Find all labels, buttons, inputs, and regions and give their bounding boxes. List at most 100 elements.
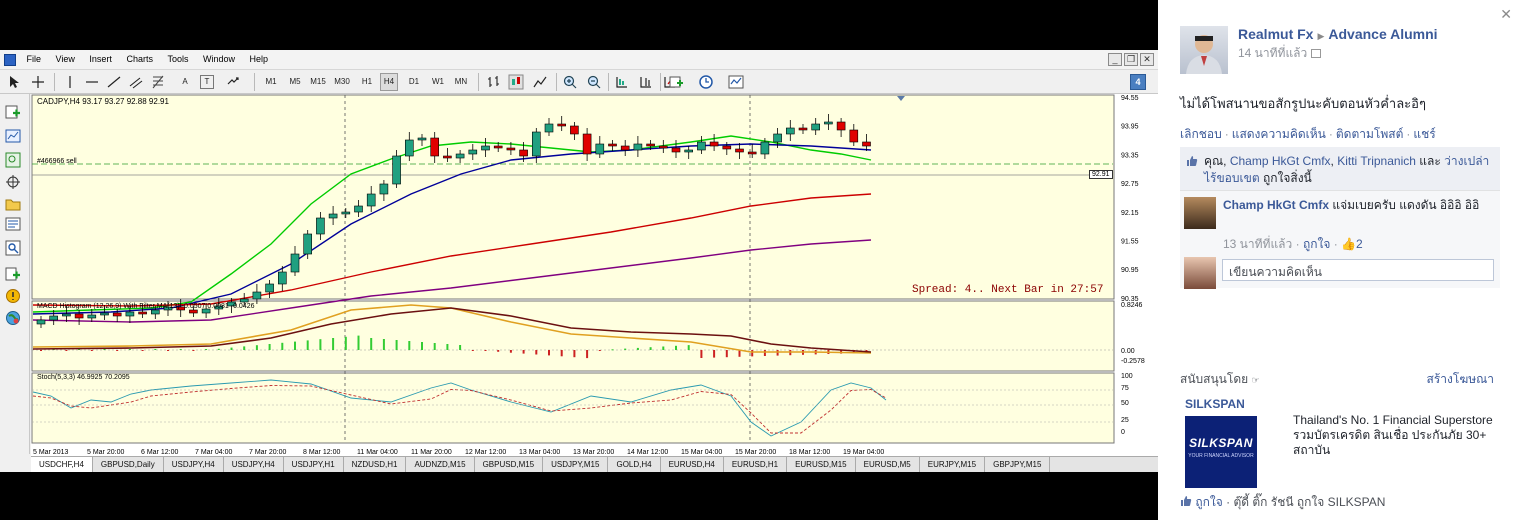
chart-tab[interactable]: USDJPY,H4	[224, 457, 284, 472]
chart-tab[interactable]: EURUSD,M15	[787, 457, 856, 472]
close-icon[interactable]: ✕	[1140, 53, 1154, 66]
group-name[interactable]: Advance Alumni	[1328, 26, 1437, 42]
share-link[interactable]: แชร์	[1413, 127, 1435, 141]
macd-histogram-bar	[497, 350, 500, 352]
crosshair-tool-icon[interactable]	[30, 74, 46, 90]
ad-text[interactable]: Thailand's No. 1 Financial Superstore รว…	[1293, 413, 1493, 458]
timeframe-w1[interactable]: W1	[429, 73, 447, 91]
chart-tab[interactable]: NZDUSD,H1	[344, 457, 407, 472]
timeframe-h1[interactable]: H1	[358, 73, 376, 91]
candle-body	[633, 143, 643, 151]
terminal-badge[interactable]: 4	[1130, 74, 1146, 90]
menu-window[interactable]: Window	[197, 50, 241, 64]
add-icon[interactable]	[5, 266, 21, 282]
chart-tab[interactable]: EURUSD,H1	[724, 457, 788, 472]
ad-like-link[interactable]: ถูกใจ	[1195, 495, 1222, 509]
folder-icon[interactable]	[5, 196, 21, 212]
chart-tab[interactable]: EURUSD,M5	[856, 457, 920, 472]
chart-tab[interactable]: EURJPY,M15	[920, 457, 986, 472]
vertical-line-icon[interactable]	[62, 74, 78, 90]
menu-tools[interactable]: Tools	[161, 50, 194, 64]
timeframe-mn[interactable]: MN	[452, 73, 470, 91]
menu-charts[interactable]: Charts	[120, 50, 159, 64]
channel-icon[interactable]	[128, 74, 144, 90]
candle-body	[722, 145, 732, 150]
chart-shift-icon[interactable]	[638, 74, 654, 90]
world-icon[interactable]	[5, 310, 21, 326]
menu-view[interactable]: View	[50, 50, 81, 64]
menu-insert[interactable]: Insert	[83, 50, 118, 64]
chart-tab[interactable]: GOLD,H4	[608, 457, 661, 472]
comment-link[interactable]: แสดงความคิดเห็น	[1232, 127, 1326, 141]
new-order-icon[interactable]	[5, 104, 21, 120]
menu-file[interactable]: File	[21, 50, 48, 64]
ad-title[interactable]: SILKSPAN	[1185, 397, 1245, 411]
chart-window[interactable]: 94.55 93.95 93.35 92.75 92.15 91.55 90.95 90.35…	[31, 94, 1158, 458]
timeframe-m1[interactable]: M1	[262, 73, 280, 91]
stoch-header: Stoch(5,3,3) 46.9925 70.2095	[37, 374, 130, 381]
candle-body	[658, 145, 668, 149]
avatar[interactable]	[1180, 26, 1228, 74]
chart-tab[interactable]: USDJPY,H4	[164, 457, 224, 472]
close-icon[interactable]: ✕	[1500, 6, 1512, 23]
comment-input[interactable]: เขียนความคิดเห็น	[1222, 259, 1494, 281]
chart-tab[interactable]: USDJPY,M15	[543, 457, 609, 472]
zoom-out-icon[interactable]	[586, 74, 602, 90]
indicators-icon[interactable]	[668, 74, 684, 90]
timeframe-m5[interactable]: M5	[286, 73, 304, 91]
zoom-icon[interactable]	[5, 152, 21, 168]
comment-like-count[interactable]: 2	[1356, 237, 1363, 251]
liker-name[interactable]: Champ HkGt Cmfx	[1230, 154, 1331, 168]
chart-tab[interactable]: USDCHF,H4	[31, 457, 93, 472]
chart-tab[interactable]: AUDNZD,M15	[406, 457, 475, 472]
chart-icon[interactable]	[5, 128, 21, 144]
trendline-icon[interactable]	[106, 74, 122, 90]
post-time[interactable]: 14 นาทีที่แล้ว	[1238, 46, 1307, 60]
macd-histogram-bar	[586, 350, 589, 359]
menu-help[interactable]: Help	[244, 50, 275, 64]
timeframe-m30[interactable]: M30	[333, 73, 351, 91]
candle-body	[341, 211, 351, 215]
arrows-icon[interactable]	[226, 74, 242, 90]
chart-tab[interactable]: GBPUSD,M15	[475, 457, 544, 472]
fibonacci-icon[interactable]	[150, 74, 166, 90]
author-name[interactable]: Realmut Fx	[1238, 26, 1313, 42]
periods-icon[interactable]	[698, 74, 714, 90]
chart-tab[interactable]: GBPJPY,M15	[985, 457, 1051, 472]
cursor-arrow-icon[interactable]	[6, 74, 22, 90]
chart-tab[interactable]: EURUSD,H4	[661, 457, 724, 472]
ad-logo[interactable]: SILKSPAN YOUR FINANCIAL ADVISOR	[1185, 416, 1257, 488]
tile-windows-icon[interactable]	[614, 74, 630, 90]
timeframe-d1[interactable]: D1	[405, 73, 423, 91]
candle-body	[747, 151, 757, 155]
horizontal-line-icon[interactable]	[84, 74, 100, 90]
search-icon[interactable]	[5, 240, 21, 256]
candlestick-icon[interactable]	[508, 74, 524, 90]
text-tool-button[interactable]: A	[176, 73, 194, 91]
comment-like-link[interactable]: ถูกใจ	[1303, 237, 1330, 251]
macd-axis-label: -0.2578	[1121, 358, 1145, 365]
facebook-panel: ✕ Realmut Fx ▶ Advance Alumni 14 นาทีที่แล…	[1158, 0, 1520, 520]
templates-icon[interactable]	[728, 74, 744, 90]
unlike-link[interactable]: เลิกชอบ	[1180, 127, 1222, 141]
comment-time[interactable]: 13 นาทีที่แล้ว	[1223, 237, 1292, 251]
minimize-icon[interactable]: _	[1108, 53, 1122, 66]
timeframe-m15[interactable]: M15	[309, 73, 327, 91]
bar-chart-icon[interactable]	[486, 74, 502, 90]
crosshair-icon[interactable]	[5, 174, 21, 190]
text-label-button[interactable]: T	[200, 75, 214, 89]
alert-icon[interactable]	[5, 288, 21, 304]
follow-post-link[interactable]: ติดตามโพสต์	[1336, 127, 1404, 141]
restore-icon[interactable]: ❐	[1124, 53, 1138, 66]
chart-tab[interactable]: USDJPY,H1	[284, 457, 344, 472]
create-ad-link[interactable]: สร้างโฆษณา	[1427, 370, 1495, 389]
timeframe-h4[interactable]: H4	[380, 73, 398, 91]
chart-tab[interactable]: GBPUSD,Daily	[93, 457, 164, 472]
navigator-icon[interactable]	[5, 216, 21, 232]
comment-author[interactable]: Champ HkGt Cmfx	[1223, 198, 1329, 212]
liker-name[interactable]: Kitti Tripnanich	[1337, 154, 1416, 168]
price-chart[interactable]: 94.5593.9593.3592.7592.1591.5590.9590.35…	[31, 94, 1158, 458]
zoom-in-icon[interactable]	[562, 74, 578, 90]
line-chart-icon[interactable]	[532, 74, 548, 90]
avatar[interactable]	[1184, 197, 1216, 229]
